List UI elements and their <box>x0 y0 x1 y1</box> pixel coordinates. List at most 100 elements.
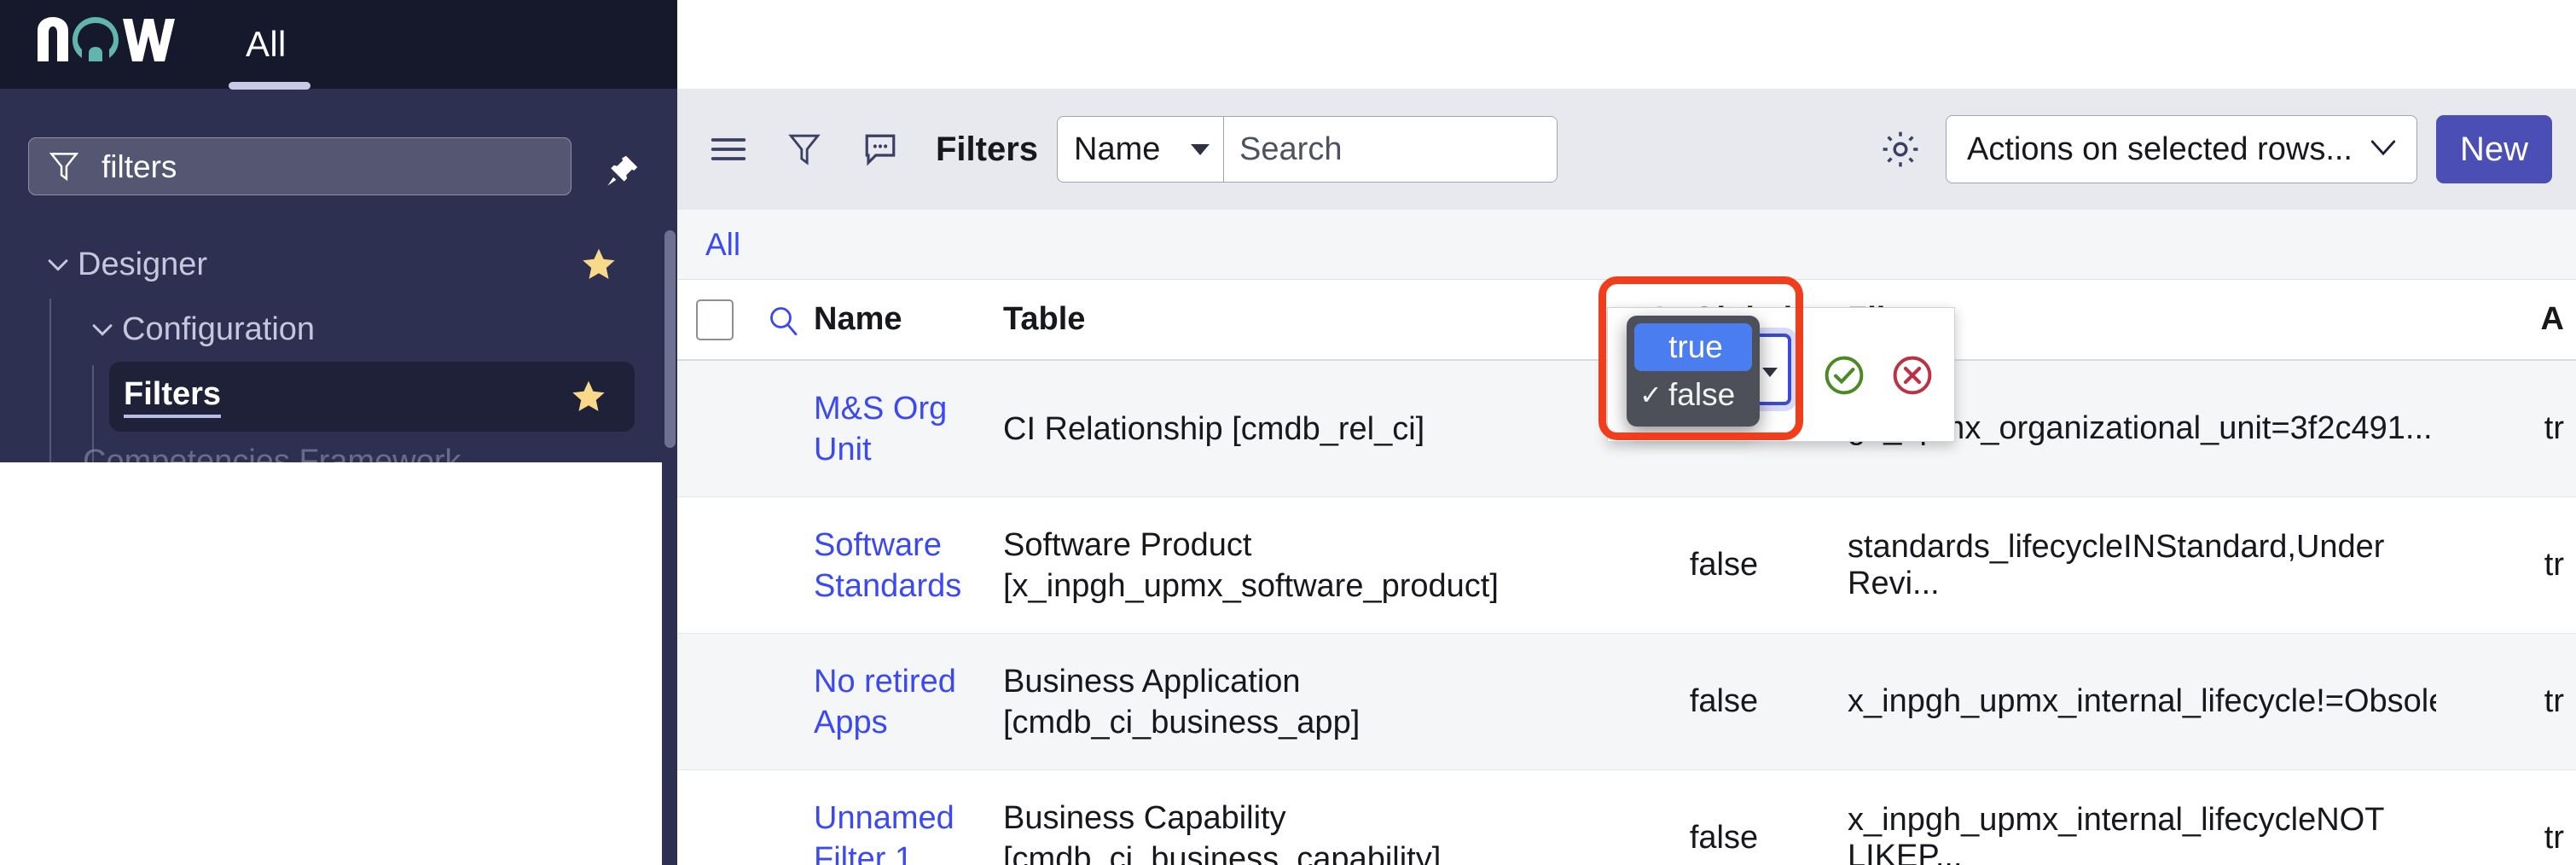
breadcrumb-item-all[interactable]: All <box>705 227 740 263</box>
favorite-star-icon[interactable] <box>570 378 607 415</box>
select-all-checkbox[interactable] <box>696 299 734 340</box>
is-global-dropdown-options: true ✓ false <box>1627 316 1760 427</box>
row-filter-cell: x_inpgh_upmx_internal_lifecycle!=Obsolet… <box>1848 683 2436 720</box>
row-table-value: CI Relationship [cmdb_rel_ci] <box>1003 410 1425 447</box>
row-active-value: tr <box>2544 410 2564 446</box>
nav-scrollbar[interactable] <box>662 89 677 865</box>
row-is-global-value: false <box>1689 683 1759 719</box>
tree-item-label: Configuration <box>122 311 316 347</box>
row-table-value: Business Application [cmdb_ci_business_a… <box>1003 663 1361 740</box>
tree-item-label: Filters <box>124 376 222 418</box>
row-name-link[interactable]: No retired Apps <box>814 661 1003 743</box>
inline-edit-cancel-button[interactable] <box>1889 352 1935 398</box>
chevron-down-icon <box>2369 136 2398 163</box>
favorite-star-icon[interactable] <box>580 246 618 283</box>
tree-item-configuration[interactable]: Configuration <box>0 297 662 362</box>
new-button[interactable]: New <box>2436 115 2552 183</box>
tree-item-clipped[interactable]: Competencies Framework <box>83 444 461 462</box>
row-filter-cell: x_inpgh_upmx_internal_lifecycleNOT LIKEP… <box>1848 802 2436 865</box>
row-filter-value: x_inpgh_upmx_internal_lifecycle!=Obsolet… <box>1848 683 2436 719</box>
row-is-global-value: false <box>1689 820 1759 856</box>
chevron-down-icon <box>1762 368 1778 377</box>
checkmark-icon: ✓ <box>1639 380 1662 410</box>
row-active-value: tr <box>2544 683 2564 719</box>
row-name-cell: Unnamed Filter 1 <box>814 798 1003 865</box>
tree-item-label: Designer <box>78 246 208 282</box>
row-is-global-value: false <box>1689 547 1759 583</box>
row-table-cell: Business Application [cmdb_ci_business_a… <box>1003 661 1600 743</box>
row-is-global-cell[interactable]: false <box>1600 683 1848 720</box>
dropdown-option-false[interactable]: ✓ false <box>1634 371 1752 419</box>
filter-funnel-icon[interactable] <box>778 123 831 176</box>
row-table-cell: Software Product [x_inpgh_upmx_software_… <box>1003 525 1600 607</box>
row-filter-value: standards_lifecycleINStandard,Under Revi… <box>1848 528 2385 601</box>
servicenow-app-window: All filters Designer Configuration Filte… <box>0 0 2576 865</box>
row-active-cell: tr <box>2436 683 2576 720</box>
list-toolbar: Filters Name Search Actions on selected … <box>677 89 2576 210</box>
row-active-cell: tr <box>2436 820 2576 856</box>
search-field-select[interactable]: Name <box>1058 117 1223 182</box>
row-name-cell: No retired Apps <box>814 661 1003 743</box>
table-row[interactable]: No retired Apps Business Application [cm… <box>677 634 2576 770</box>
nav-filter-search[interactable]: filters <box>28 137 571 195</box>
row-table-cell: Business Capability [cmdb_ci_business_ca… <box>1003 798 1600 865</box>
nav-scrollbar-thumb[interactable] <box>664 230 676 448</box>
gear-icon[interactable] <box>1874 123 1927 176</box>
chevron-down-icon[interactable] <box>38 245 78 284</box>
tab-all-active-indicator <box>229 82 310 90</box>
row-name-cell: Software Standards <box>814 525 1003 607</box>
nav-lower-white-overlay <box>0 462 662 865</box>
table-row[interactable]: Software Standards Software Product [x_i… <box>677 497 2576 634</box>
pin-navigator-button[interactable] <box>597 149 648 192</box>
column-header-name[interactable]: Name <box>814 301 1003 338</box>
list-menu-icon[interactable] <box>702 123 755 176</box>
dropdown-option-label: true <box>1668 329 1723 364</box>
tree-item-designer[interactable]: Designer <box>0 232 662 297</box>
x-circle-icon <box>1893 356 1932 395</box>
check-circle-icon <box>1825 356 1864 395</box>
funnel-icon <box>49 150 79 183</box>
row-name-link[interactable]: Software Standards <box>814 525 1003 607</box>
dropdown-option-true[interactable]: true <box>1634 323 1752 371</box>
row-is-global-cell[interactable]: false <box>1600 820 1848 856</box>
inline-edit-confirm-button[interactable] <box>1821 352 1867 398</box>
row-name-link[interactable]: M&S Org Unit <box>814 388 1003 470</box>
search-input[interactable] <box>1224 117 1558 182</box>
global-header-bar: All <box>0 0 677 90</box>
tab-all[interactable]: All <box>223 0 309 89</box>
column-search-toggle[interactable] <box>752 303 814 337</box>
pushpin-icon <box>607 155 638 186</box>
search-field-value: Name <box>1074 131 1161 167</box>
row-filter-cell: standards_lifecycleINStandard,Under Revi… <box>1848 529 2436 602</box>
nav-filter-search-value: filters <box>102 148 177 184</box>
column-header-active[interactable]: A <box>2436 301 2576 338</box>
search-icon <box>770 306 798 335</box>
dropdown-option-label: false <box>1668 377 1736 412</box>
row-name-cell: M&S Org Unit <box>814 388 1003 470</box>
row-name-link[interactable]: Unnamed Filter 1 <box>814 798 1003 865</box>
list-title: Filters <box>936 130 1039 168</box>
navigation-tree: Designer Configuration Filters <box>0 232 662 432</box>
row-table-value: Software Product [x_inpgh_upmx_software_… <box>1003 526 1499 604</box>
row-active-cell: tr <box>2436 410 2576 447</box>
now-logo-icon <box>38 17 175 61</box>
servicenow-logo[interactable] <box>36 0 183 89</box>
row-active-value: tr <box>2544 547 2564 583</box>
comment-icon[interactable] <box>854 123 907 176</box>
row-active-value: tr <box>2544 820 2564 856</box>
chevron-down-icon <box>1191 143 1210 155</box>
column-header-table[interactable]: Table <box>1003 301 1600 338</box>
actions-on-selected-rows-select[interactable]: Actions on selected rows... <box>1946 115 2417 183</box>
row-filter-value: x_inpgh_upmx_internal_lifecycleNOT LIKEP… <box>1848 801 2384 865</box>
actions-select-value: Actions on selected rows... <box>1967 131 2353 167</box>
row-table-value: Business Capability [cmdb_ci_business_ca… <box>1003 799 1442 865</box>
left-navigation-panel: All filters Designer Configuration Filte… <box>0 0 677 865</box>
table-row[interactable]: Unnamed Filter 1 Business Capability [cm… <box>677 770 2576 865</box>
row-table-cell: CI Relationship [cmdb_rel_ci] <box>1003 409 1600 450</box>
tree-item-filters[interactable]: Filters <box>109 362 635 432</box>
row-active-cell: tr <box>2436 547 2576 583</box>
breadcrumb: All <box>677 210 2576 280</box>
chevron-down-icon[interactable] <box>83 310 122 349</box>
select-all-checkbox-cell <box>677 299 752 340</box>
row-is-global-cell[interactable]: false <box>1600 547 1848 583</box>
